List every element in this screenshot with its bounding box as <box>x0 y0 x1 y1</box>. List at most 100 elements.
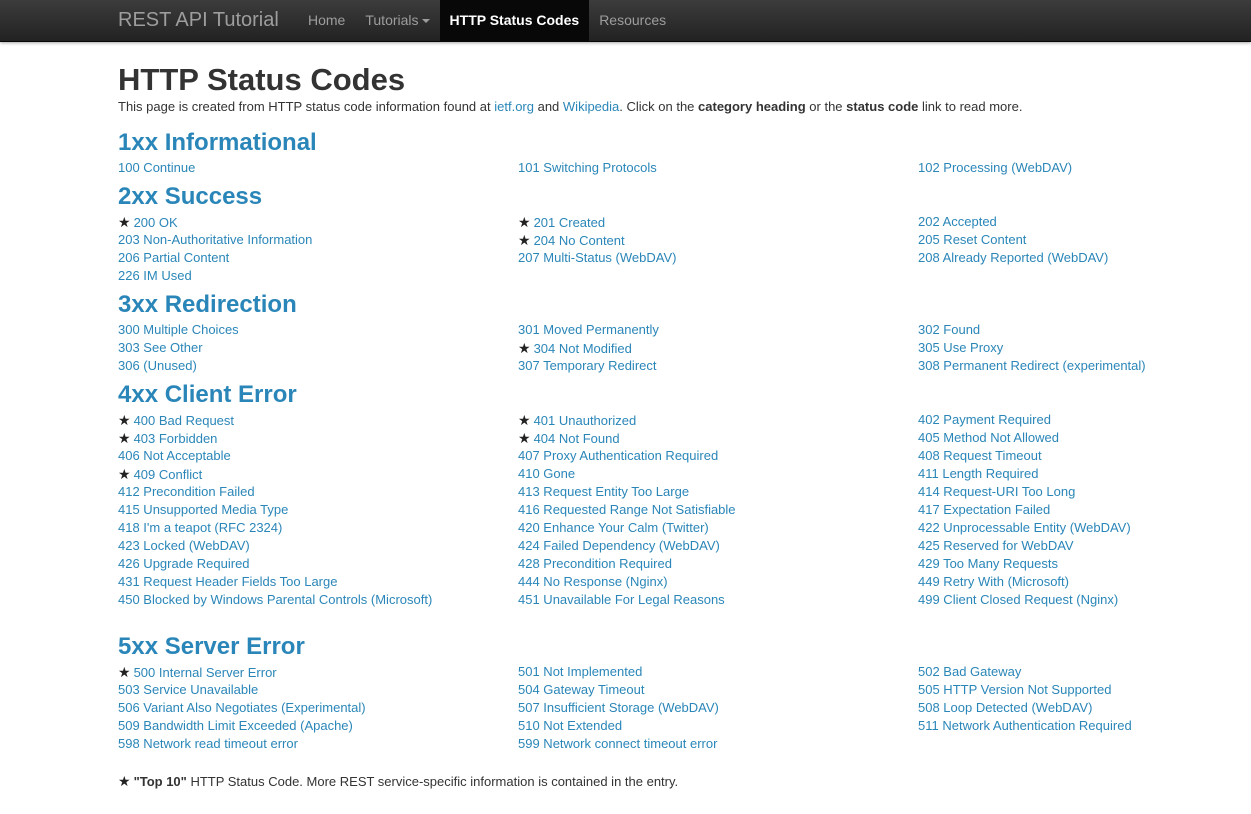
status-code-link[interactable]: 509 Bandwidth Limit Exceeded (Apache) <box>118 718 353 733</box>
status-code-link[interactable]: 203 Non-Authoritative Information <box>118 232 312 247</box>
status-code-item: ★ 204 No Content <box>518 231 918 249</box>
status-code-link[interactable]: 414 Request-URI Too Long <box>918 484 1075 499</box>
status-code-link[interactable]: 502 Bad Gateway <box>918 664 1021 679</box>
status-code-link[interactable]: 500 Internal Server Error <box>134 665 277 680</box>
status-code-link[interactable]: 449 Retry With (Microsoft) <box>918 574 1069 589</box>
status-code-link[interactable]: 503 Service Unavailable <box>118 682 258 697</box>
status-code-link[interactable]: 406 Not Acceptable <box>118 448 231 463</box>
section-heading-link[interactable]: 3xx Redirection <box>118 291 297 318</box>
status-code-item: 425 Reserved for WebDAV <box>918 537 1158 555</box>
status-code-link[interactable]: 407 Proxy Authentication Required <box>518 448 718 463</box>
status-code-link[interactable]: 507 Insufficient Storage (WebDAV) <box>518 700 719 715</box>
nav-item-tutorials[interactable]: Tutorials <box>355 0 439 41</box>
status-code-link[interactable]: 424 Failed Dependency (WebDAV) <box>518 538 720 553</box>
status-code-link[interactable]: 409 Conflict <box>134 467 203 482</box>
status-code-link[interactable]: 401 Unauthorized <box>534 413 637 428</box>
section-heading-link[interactable]: 2xx Success <box>118 183 262 210</box>
status-code-link[interactable]: 420 Enhance Your Calm (Twitter) <box>518 520 709 535</box>
status-code-link[interactable]: 423 Locked (WebDAV) <box>118 538 250 553</box>
status-code-link[interactable]: 404 Not Found <box>534 431 620 446</box>
ietf-link[interactable]: ietf.org <box>494 99 534 114</box>
status-code-link[interactable]: 415 Unsupported Media Type <box>118 502 288 517</box>
status-code-link[interactable]: 410 Gone <box>518 466 575 481</box>
status-code-item: 203 Non-Authoritative Information <box>118 231 518 249</box>
status-code-link[interactable]: 598 Network read timeout error <box>118 736 298 751</box>
status-code-link[interactable]: 100 Continue <box>118 160 195 175</box>
status-code-item: 506 Variant Also Negotiates (Experimenta… <box>118 699 518 717</box>
status-code-item: 510 Not Extended <box>518 717 918 735</box>
status-code-link[interactable]: 102 Processing (WebDAV) <box>918 160 1072 175</box>
section-heading-link[interactable]: 5xx Server Error <box>118 633 305 660</box>
status-code-link[interactable]: 402 Payment Required <box>918 412 1051 427</box>
status-code-link[interactable]: 429 Too Many Requests <box>918 556 1058 571</box>
status-code-link[interactable]: 304 Not Modified <box>534 341 632 356</box>
nav-item-http-status-codes[interactable]: HTTP Status Codes <box>439 0 590 41</box>
status-code-item: 511 Network Authentication Required <box>918 717 1158 735</box>
nav-item-resources[interactable]: Resources <box>589 0 676 41</box>
status-code-link[interactable]: 417 Expectation Failed <box>918 502 1050 517</box>
status-code-link[interactable]: 444 No Response (Nginx) <box>518 574 668 589</box>
status-code-item: ★ 404 Not Found <box>518 429 918 447</box>
status-code-link[interactable]: 451 Unavailable For Legal Reasons <box>518 592 725 607</box>
status-code-item: ★ 409 Conflict <box>118 465 518 483</box>
status-code-link[interactable]: 505 HTTP Version Not Supported <box>918 682 1111 697</box>
nav-item-home[interactable]: Home <box>298 0 355 41</box>
section-heading: 1xx Informational <box>118 126 1158 159</box>
status-code-link[interactable]: 307 Temporary Redirect <box>518 358 657 373</box>
section-heading-link[interactable]: 1xx Informational <box>118 129 317 156</box>
nav-label: HTTP Status Codes <box>449 12 580 28</box>
status-code-item: 424 Failed Dependency (WebDAV) <box>518 537 918 555</box>
status-code-link[interactable]: 400 Bad Request <box>134 413 234 428</box>
status-code-link[interactable]: 504 Gateway Timeout <box>518 682 644 697</box>
status-code-item: 598 Network read timeout error <box>118 735 518 753</box>
top10-label: "Top 10" <box>133 774 187 789</box>
status-code-link[interactable]: 403 Forbidden <box>134 431 218 446</box>
status-code-link[interactable]: 200 OK <box>134 215 178 230</box>
status-code-link[interactable]: 422 Unprocessable Entity (WebDAV) <box>918 520 1131 535</box>
star-icon: ★ <box>118 430 131 446</box>
status-code-link[interactable]: 302 Found <box>918 322 980 337</box>
status-code-link[interactable]: 418 I'm a teapot (RFC 2324) <box>118 520 282 535</box>
status-code-link[interactable]: 306 (Unused) <box>118 358 197 373</box>
status-code-link[interactable]: 305 Use Proxy <box>918 340 1003 355</box>
status-code-link[interactable]: 308 Permanent Redirect (experimental) <box>918 358 1146 373</box>
status-code-link[interactable]: 501 Not Implemented <box>518 664 642 679</box>
section-heading-link[interactable]: 4xx Client Error <box>118 381 297 408</box>
status-code-link[interactable]: 412 Precondition Failed <box>118 484 255 499</box>
status-code-link[interactable]: 450 Blocked by Windows Parental Controls… <box>118 592 432 607</box>
section-4xx: 4xx Client Error ★ 400 Bad Request ★ 401 Un… <box>118 378 1158 609</box>
status-code-link[interactable]: 405 Method Not Allowed <box>918 430 1059 445</box>
status-code-link[interactable]: 303 See Other <box>118 340 203 355</box>
status-code-link[interactable]: 426 Upgrade Required <box>118 556 250 571</box>
status-code-link[interactable]: 205 Reset Content <box>918 232 1026 247</box>
status-code-link[interactable]: 599 Network connect timeout error <box>518 736 717 751</box>
status-code-link[interactable]: 204 No Content <box>534 233 625 248</box>
status-code-link[interactable]: 508 Loop Detected (WebDAV) <box>918 700 1092 715</box>
status-code-link[interactable]: 201 Created <box>534 215 606 230</box>
brand-link[interactable]: REST API Tutorial <box>118 8 279 32</box>
status-code-link[interactable]: 300 Multiple Choices <box>118 322 239 337</box>
status-code-link[interactable]: 226 IM Used <box>118 268 192 283</box>
status-code-item: 499 Client Closed Request (Nginx) <box>918 591 1158 609</box>
status-code-item: 507 Insufficient Storage (WebDAV) <box>518 699 918 717</box>
status-code-link[interactable]: 411 Length Required <box>918 466 1038 481</box>
status-code-link[interactable]: 425 Reserved for WebDAV <box>918 538 1074 553</box>
status-code-link[interactable]: 413 Request Entity Too Large <box>518 484 689 499</box>
status-code-link[interactable]: 499 Client Closed Request (Nginx) <box>918 592 1118 607</box>
top10-footnote: ★ "Top 10" HTTP Status Code. More REST se… <box>118 773 678 790</box>
status-code-link[interactable]: 202 Accepted <box>918 214 997 229</box>
status-code-link[interactable]: 207 Multi-Status (WebDAV) <box>518 250 676 265</box>
status-code-link[interactable]: 428 Precondition Required <box>518 556 672 571</box>
status-code-link[interactable]: 301 Moved Permanently <box>518 322 659 337</box>
wikipedia-link[interactable]: Wikipedia <box>563 99 619 114</box>
status-code-link[interactable]: 208 Already Reported (WebDAV) <box>918 250 1108 265</box>
status-code-link[interactable]: 408 Request Timeout <box>918 448 1042 463</box>
status-code-link[interactable]: 416 Requested Range Not Satisfiable <box>518 502 736 517</box>
footnote-text: HTTP Status Code. More REST service-spec… <box>186 774 679 789</box>
status-code-link[interactable]: 510 Not Extended <box>518 718 622 733</box>
status-code-link[interactable]: 511 Network Authentication Required <box>918 718 1132 733</box>
status-code-link[interactable]: 431 Request Header Fields Too Large <box>118 574 337 589</box>
status-code-link[interactable]: 206 Partial Content <box>118 250 229 265</box>
status-code-link[interactable]: 101 Switching Protocols <box>518 160 657 175</box>
status-code-link[interactable]: 506 Variant Also Negotiates (Experimenta… <box>118 700 366 715</box>
